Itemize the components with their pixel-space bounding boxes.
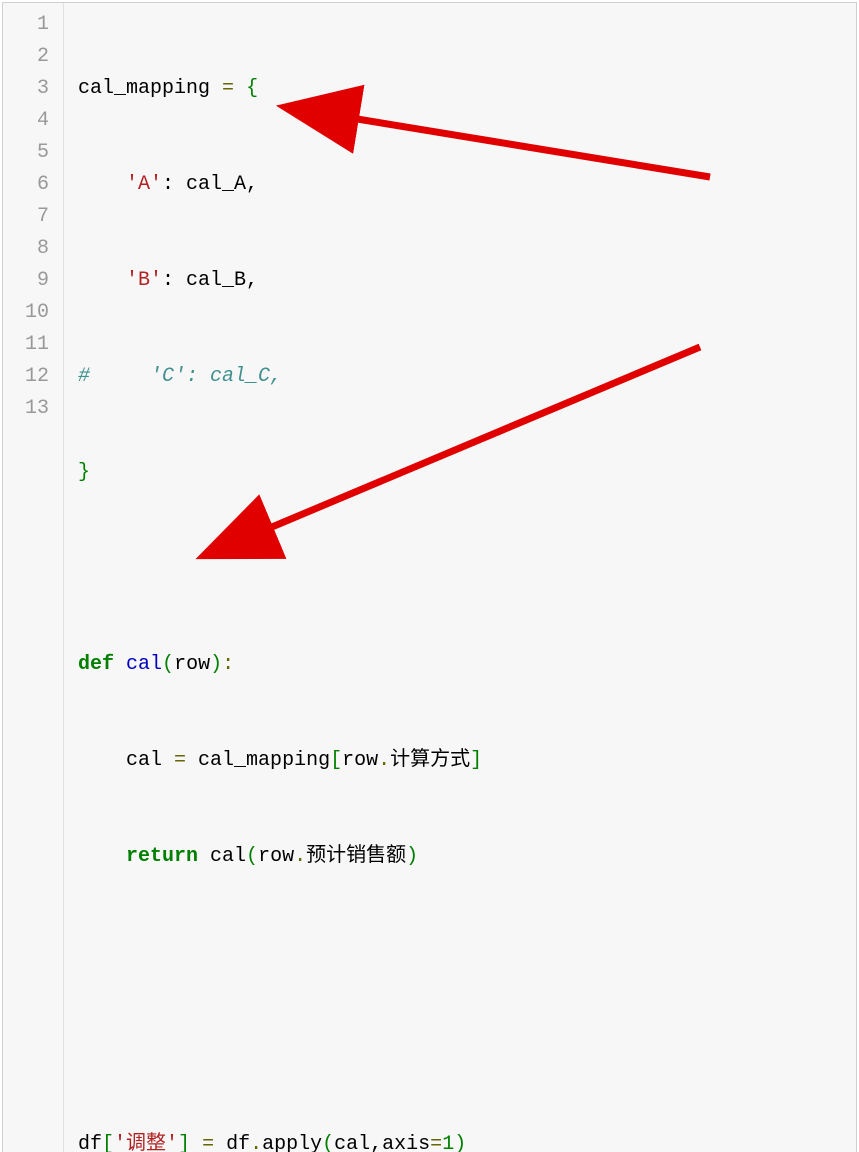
line-number: 3 [3, 73, 49, 105]
code-line[interactable]: 'B': cal_B, [78, 265, 856, 297]
code-line-blank[interactable] [78, 1033, 856, 1065]
code-line[interactable]: 'A': cal_A, [78, 169, 856, 201]
code-line[interactable]: cal = cal_mapping[row.计算方式] [78, 745, 856, 777]
code-line[interactable]: def cal(row): [78, 649, 856, 681]
line-number: 5 [3, 137, 49, 169]
code-editor[interactable]: 1 2 3 4 5 6 7 8 9 10 11 12 13 cal_mappin… [3, 3, 856, 1152]
code-line-blank[interactable] [78, 937, 856, 969]
line-number: 6 [3, 169, 49, 201]
line-number: 7 [3, 201, 49, 233]
code-line-blank[interactable] [78, 553, 856, 585]
code-cell: 1 2 3 4 5 6 7 8 9 10 11 12 13 cal_mappin… [2, 2, 857, 1152]
code-line[interactable]: df['调整'] = df.apply(cal,axis=1) [78, 1129, 856, 1152]
code-content[interactable]: cal_mapping = { 'A': cal_A, 'B': cal_B, … [63, 3, 856, 1152]
line-number: 13 [3, 393, 49, 425]
line-number: 10 [3, 297, 49, 329]
line-number: 4 [3, 105, 49, 137]
code-line[interactable]: } [78, 457, 856, 489]
code-line[interactable]: return cal(row.预计销售额) [78, 841, 856, 873]
line-number: 11 [3, 329, 49, 361]
line-number: 1 [3, 9, 49, 41]
line-number-gutter: 1 2 3 4 5 6 7 8 9 10 11 12 13 [3, 3, 63, 1152]
code-line-commented[interactable]: # 'C': cal_C, [78, 361, 856, 393]
line-number: 12 [3, 361, 49, 393]
line-number: 2 [3, 41, 49, 73]
code-line[interactable]: cal_mapping = { [78, 73, 856, 105]
line-number: 9 [3, 265, 49, 297]
line-number: 8 [3, 233, 49, 265]
